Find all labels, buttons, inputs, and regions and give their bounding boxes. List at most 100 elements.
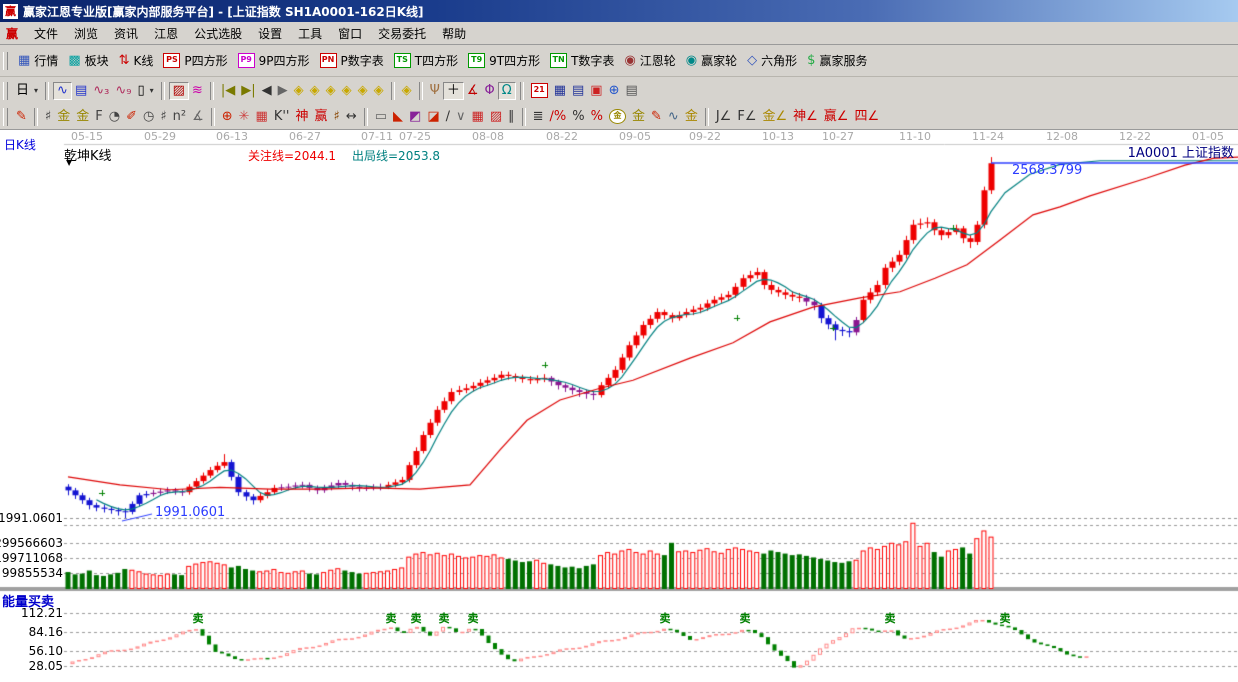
sectors-button[interactable]: ▩板块: [63, 51, 113, 70]
chevron-down-icon[interactable]: ▼: [66, 158, 72, 167]
notepad-icon[interactable]: ▤: [569, 83, 587, 99]
gold-circle-icon[interactable]: 金: [606, 108, 629, 125]
menu-item-文件[interactable]: 文件: [26, 25, 66, 43]
t9-square-button[interactable]: T99T四方形: [463, 51, 545, 70]
p-number-button[interactable]: PNP数字表: [315, 51, 389, 70]
notes-panel-icon[interactable]: ▤: [72, 83, 90, 99]
menu-item-设置[interactable]: 设置: [250, 25, 290, 43]
toolbar-grip[interactable]: [3, 108, 8, 126]
si-angle-icon[interactable]: 四∠: [851, 109, 882, 125]
grid-red-icon[interactable]: ▦: [469, 109, 487, 125]
trend-line-icon[interactable]: ∕: [443, 109, 453, 125]
candle-style-selector[interactable]: ▯▾: [134, 83, 156, 99]
chart-canvas[interactable]: [0, 130, 1238, 682]
quotes-button[interactable]: ▦行情: [13, 51, 63, 70]
brush-tool-icon[interactable]: ✎: [13, 109, 30, 125]
hexagon-button[interactable]: ◇六角形: [742, 51, 802, 70]
f-angle-icon[interactable]: F∠: [734, 109, 759, 125]
gold-line-icon[interactable]: 金: [629, 109, 648, 125]
winner-wheel-button[interactable]: ◉赢家轮: [681, 51, 742, 70]
hand-tool-icon[interactable]: Ψ: [427, 83, 443, 99]
t-number-button[interactable]: TNT数字表: [545, 51, 619, 70]
star-tool-icon[interactable]: ✳: [236, 109, 253, 125]
h-range-icon[interactable]: ↔: [343, 109, 360, 125]
ruler-tool-icon[interactable]: ♯: [157, 109, 169, 125]
n-square-icon[interactable]: n²: [170, 109, 189, 125]
marker-pen-icon[interactable]: ✐: [123, 109, 140, 125]
toolbar-grip[interactable]: [3, 52, 8, 70]
crosshair-tool-icon[interactable]: ＋: [443, 82, 464, 100]
title-bar[interactable]: 赢 赢家江恩专业版[赢家内部服务平台] - [上证指数 SH1A0001-162…: [0, 0, 1238, 22]
gann-square-icon-5[interactable]: ◈: [355, 83, 371, 99]
wave9-icon[interactable]: ∿₉: [112, 83, 134, 99]
ink-marker-icon[interactable]: ✎: [648, 109, 665, 125]
menu-item-窗口[interactable]: 窗口: [330, 25, 370, 43]
wave-lines-icon[interactable]: ∿: [665, 109, 682, 125]
zigzag-tool-icon[interactable]: ∿: [53, 82, 72, 100]
time-cycle-icon[interactable]: ◷: [140, 109, 157, 125]
t-square-button[interactable]: TST四方形: [389, 51, 463, 70]
percent-line-icon[interactable]: %: [588, 109, 606, 125]
gann-square-icon-1[interactable]: ◈: [291, 83, 307, 99]
export-web-icon[interactable]: ⊕: [606, 83, 623, 99]
gann-wheel-button[interactable]: ◉江恩轮: [619, 51, 680, 70]
last-bar-icon[interactable]: ▶|: [238, 83, 258, 99]
menu-item-工具[interactable]: 工具: [290, 25, 330, 43]
angle-ruler-icon[interactable]: ∡: [189, 109, 207, 125]
percent-tool-icon[interactable]: %: [569, 109, 587, 125]
ying-angle-icon[interactable]: 赢∠: [821, 109, 852, 125]
fan-square-icon[interactable]: ◪: [424, 109, 442, 125]
grid-tool-icon[interactable]: ♯: [42, 109, 54, 125]
menu-item-帮助[interactable]: 帮助: [434, 25, 474, 43]
fan-box-icon[interactable]: ◩: [406, 109, 424, 125]
shen-tool-icon[interactable]: 神: [293, 109, 312, 125]
box-tool-icon[interactable]: ▭: [372, 109, 390, 125]
next-bar-icon[interactable]: ▶: [275, 83, 291, 99]
kline-button[interactable]: ⇅K线: [114, 51, 159, 70]
gann-map-icon[interactable]: ▨: [169, 82, 189, 100]
menu-item-资讯[interactable]: 资讯: [106, 25, 146, 43]
prev-bar-icon[interactable]: ◀: [259, 83, 275, 99]
gann-square-icon-3[interactable]: ◈: [323, 83, 339, 99]
wave3-icon[interactable]: ∿₃: [90, 83, 112, 99]
profile-chart-icon[interactable]: ≋: [189, 83, 206, 99]
parallel-lines-icon[interactable]: ∥: [505, 109, 518, 125]
winner-service-button[interactable]: $赢家服务: [802, 51, 872, 70]
grid-arrow-icon[interactable]: ▨: [487, 109, 505, 125]
candle-style-selector-dropdown-icon[interactable]: ▾: [150, 86, 154, 95]
gann-flower-icon[interactable]: Φ: [482, 83, 498, 99]
p-square-button[interactable]: PSP四方形: [158, 51, 232, 70]
fan-lines-icon[interactable]: ◣: [390, 109, 406, 125]
menu-item-交易委托[interactable]: 交易委托: [370, 25, 434, 43]
menu-item-浏览[interactable]: 浏览: [66, 25, 106, 43]
j-angle-icon[interactable]: J∠: [713, 109, 735, 125]
print-icon[interactable]: ▤: [622, 83, 640, 99]
gann-square-icon-2[interactable]: ◈: [307, 83, 323, 99]
gold-angle-icon-0[interactable]: 金: [682, 109, 701, 125]
k-notation-icon[interactable]: K'': [271, 109, 293, 125]
gold-grid-icon-1[interactable]: 金: [54, 109, 73, 125]
calculator-icon[interactable]: ▦: [551, 83, 569, 99]
gann-square-icon-4[interactable]: ◈: [339, 83, 355, 99]
v-line-icon[interactable]: ∨: [453, 109, 469, 125]
period-day-selector[interactable]: 日▾: [13, 83, 41, 99]
f-grid-icon[interactable]: F: [92, 109, 105, 125]
menu-item-公式选股[interactable]: 公式选股: [186, 25, 250, 43]
menu-item-江恩[interactable]: 江恩: [146, 25, 186, 43]
p9-square-button[interactable]: P99P四方形: [233, 51, 315, 70]
spiral-tool-icon[interactable]: ◔: [106, 109, 123, 125]
ying-tool-icon[interactable]: 赢: [312, 109, 331, 125]
calendar-icon[interactable]: 21: [528, 82, 551, 99]
scale-tool-icon[interactable]: ≣: [530, 109, 547, 125]
shen-angle-icon[interactable]: 神∠: [790, 109, 821, 125]
gold-angle-icon[interactable]: 金∠: [759, 109, 790, 125]
angle-tool-icon[interactable]: ∡: [464, 83, 482, 99]
target-tool-icon[interactable]: ⊕: [219, 109, 236, 125]
web-grid-icon[interactable]: ▦: [253, 109, 271, 125]
percent-slash-icon[interactable]: ∕%: [547, 109, 570, 125]
ruler-123-icon[interactable]: ♯: [331, 109, 343, 125]
brain-tool-icon[interactable]: Ω: [498, 82, 516, 100]
gann-square-icon-6[interactable]: ◈: [371, 83, 387, 99]
period-day-selector-dropdown-icon[interactable]: ▾: [34, 86, 38, 95]
gold-grid-icon-2[interactable]: 金: [73, 109, 92, 125]
